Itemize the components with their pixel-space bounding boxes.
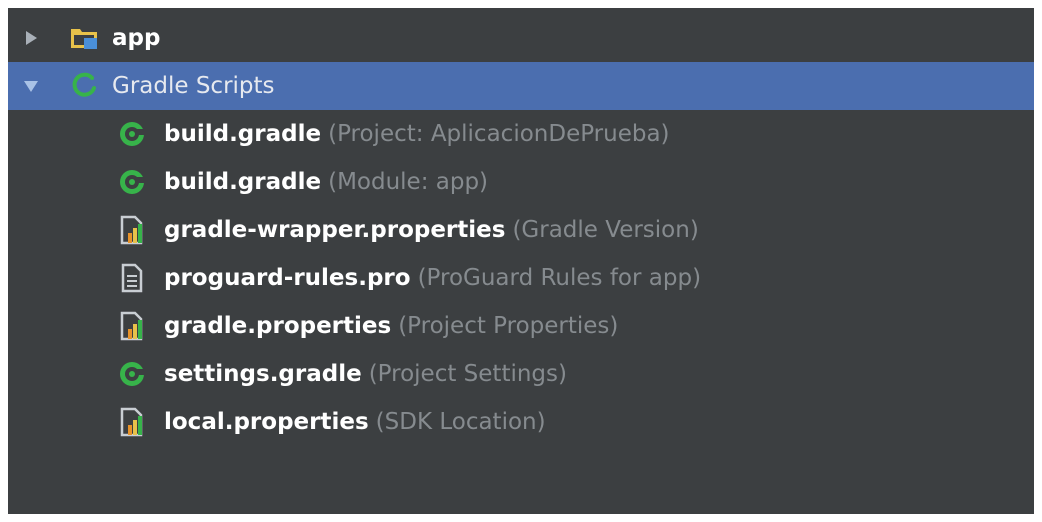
file-name: gradle-wrapper.properties	[164, 217, 506, 243]
project-tree-panel: app Gradle Scripts build.gradle (Project…	[8, 8, 1034, 514]
tree-node-label: gradle-wrapper.properties (Gradle Version…	[164, 215, 699, 245]
collapse-arrow-icon[interactable]	[22, 77, 40, 95]
file-name: local.properties	[164, 409, 369, 435]
file-hint: (Module: app)	[328, 169, 489, 195]
tree-node-gradle-properties[interactable]: gradle.properties (Project Properties)	[8, 302, 1034, 350]
properties-file-icon	[116, 406, 148, 438]
tree-node-build-gradle-project[interactable]: build.gradle (Project: AplicacionDePrueba…	[8, 110, 1034, 158]
tree-node-proguard-rules[interactable]: proguard-rules.pro (ProGuard Rules for ap…	[8, 254, 1034, 302]
expand-arrow-icon[interactable]	[22, 29, 40, 47]
tree-node-gradle-wrapper-properties[interactable]: gradle-wrapper.properties (Gradle Version…	[8, 206, 1034, 254]
file-hint: (Project: AplicacionDePrueba)	[328, 121, 670, 147]
file-name: proguard-rules.pro	[164, 265, 411, 291]
tree-node-gradle-scripts[interactable]: Gradle Scripts	[8, 62, 1034, 110]
module-folder-icon	[68, 22, 100, 54]
gradle-file-icon	[116, 166, 148, 198]
gradle-file-icon	[116, 358, 148, 390]
gradle-icon	[68, 70, 100, 102]
file-hint: (Project Properties)	[398, 313, 619, 339]
file-name: build.gradle	[164, 169, 322, 195]
tree-node-label: settings.gradle (Project Settings)	[164, 359, 567, 389]
tree-node-local-properties[interactable]: local.properties (SDK Location)	[8, 398, 1034, 446]
file-hint: (Project Settings)	[368, 361, 567, 387]
gradle-file-icon	[116, 118, 148, 150]
file-hint: (Gradle Version)	[512, 217, 699, 243]
tree-node-app[interactable]: app	[8, 14, 1034, 62]
tree-node-build-gradle-module[interactable]: build.gradle (Module: app)	[8, 158, 1034, 206]
tree-node-label: app	[112, 23, 160, 53]
properties-file-icon	[116, 310, 148, 342]
file-name: build.gradle	[164, 121, 322, 147]
node-name: app	[112, 25, 161, 51]
text-file-icon	[116, 262, 148, 294]
tree-node-label: local.properties (SDK Location)	[164, 407, 546, 437]
tree-node-label: build.gradle (Project: AplicacionDePrueba…	[164, 119, 670, 149]
file-name: settings.gradle	[164, 361, 362, 387]
node-name: Gradle Scripts	[112, 73, 275, 99]
file-hint: (SDK Location)	[375, 409, 546, 435]
file-hint: (ProGuard Rules for app)	[417, 265, 702, 291]
file-name: gradle.properties	[164, 313, 392, 339]
tree-node-label: gradle.properties (Project Properties)	[164, 311, 618, 341]
tree-node-label: build.gradle (Module: app)	[164, 167, 488, 197]
tree-node-label: proguard-rules.pro (ProGuard Rules for ap…	[164, 263, 701, 293]
tree-node-label: Gradle Scripts	[112, 71, 275, 101]
tree-node-settings-gradle[interactable]: settings.gradle (Project Settings)	[8, 350, 1034, 398]
properties-file-icon	[116, 214, 148, 246]
